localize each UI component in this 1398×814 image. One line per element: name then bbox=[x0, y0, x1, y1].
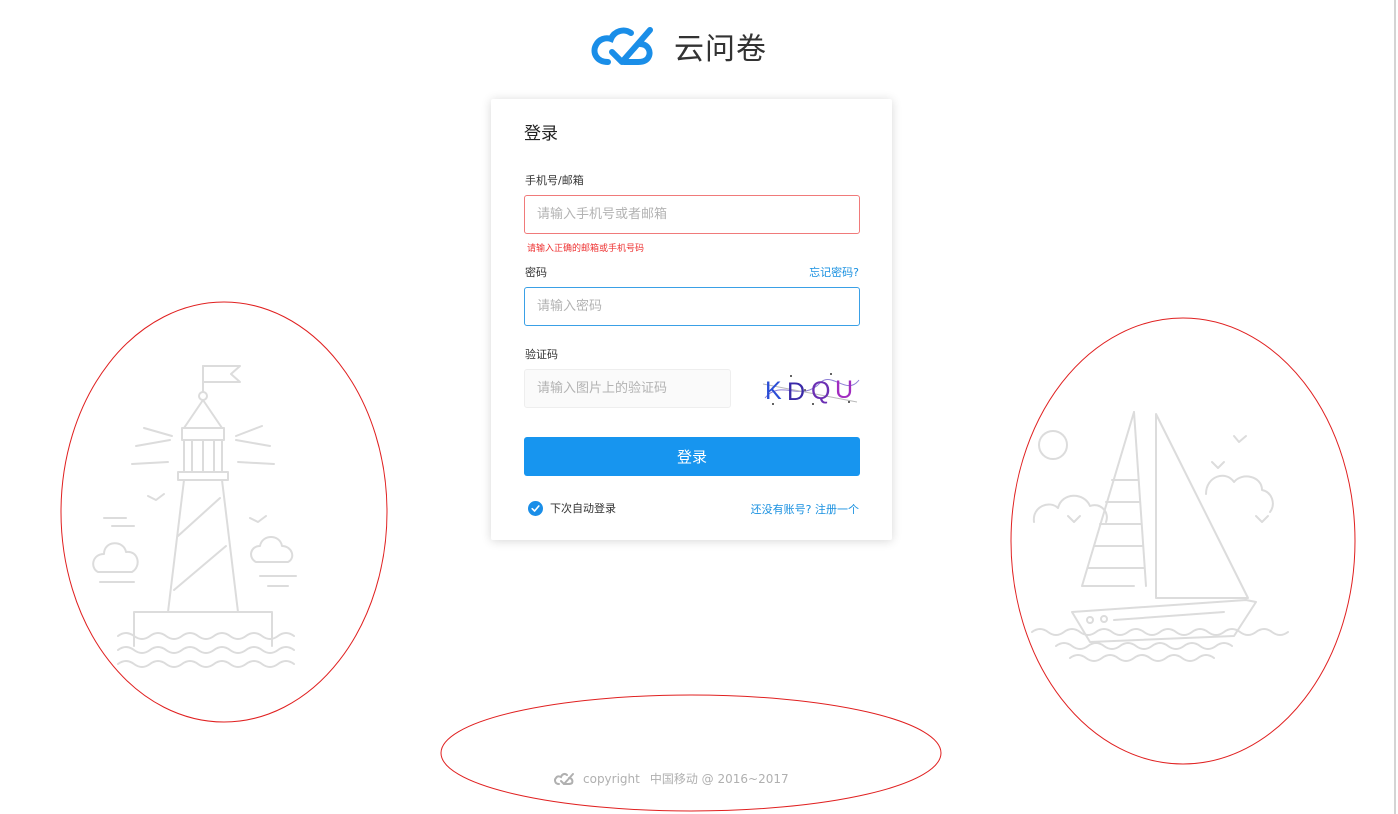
register-link[interactable]: 还没有账号? 注册一个 bbox=[751, 501, 859, 517]
login-title: 登录 bbox=[524, 124, 558, 144]
sailboat-illustration bbox=[1010, 317, 1356, 765]
account-error-message: 请输入正确的邮箱或手机号码 bbox=[527, 244, 645, 254]
account-label: 手机号/邮箱 bbox=[525, 174, 584, 187]
login-card: 登录 手机号/邮箱 请输入正确的邮箱或手机号码 密码 忘记密码? 验证码 K D… bbox=[491, 99, 892, 540]
captcha-label: 验证码 bbox=[525, 348, 558, 361]
svg-text:K: K bbox=[765, 377, 782, 405]
password-label: 密码 bbox=[525, 266, 547, 279]
brand-name: 云问卷 bbox=[674, 32, 767, 67]
account-input[interactable] bbox=[524, 195, 860, 234]
footer-copyright: copyright bbox=[583, 771, 640, 786]
checkmark-icon bbox=[528, 500, 543, 516]
svg-text:U: U bbox=[835, 376, 853, 404]
footer-company: 中国移动 @ 2016~2017 bbox=[649, 772, 789, 786]
captcha-input[interactable] bbox=[524, 369, 731, 408]
remember-me-label: 下次自动登录 bbox=[550, 502, 616, 515]
cloud-check-logo-icon bbox=[591, 27, 653, 65]
footer: copyright 中国移动 @ 2016~2017 bbox=[553, 770, 789, 787]
captcha-image[interactable]: K D Q U bbox=[761, 368, 861, 409]
svg-text:Q: Q bbox=[811, 377, 830, 405]
remember-me-checkbox[interactable]: 下次自动登录 bbox=[528, 500, 616, 516]
brand-header: 云问卷 bbox=[588, 18, 767, 74]
login-submit-button[interactable]: 登录 bbox=[524, 437, 860, 476]
footer-highlight-ellipse bbox=[440, 694, 942, 812]
window-edge bbox=[1394, 0, 1396, 814]
cloud-check-logo-icon bbox=[554, 772, 574, 785]
password-input[interactable] bbox=[524, 287, 860, 326]
lighthouse-illustration bbox=[60, 301, 388, 723]
svg-text:D: D bbox=[787, 378, 805, 406]
forgot-password-link[interactable]: 忘记密码? bbox=[809, 264, 859, 280]
